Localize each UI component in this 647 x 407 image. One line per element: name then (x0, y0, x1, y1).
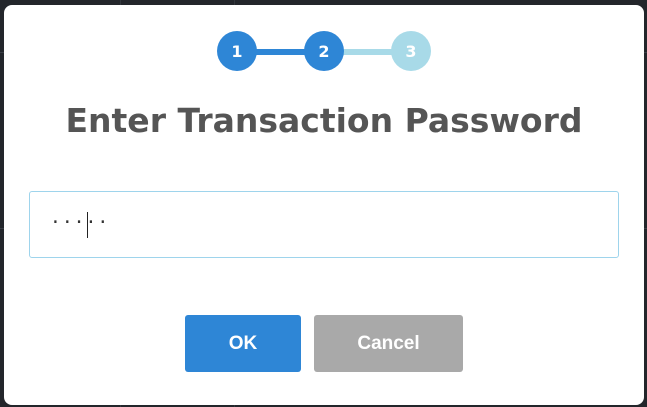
password-masked-value: ····· (50, 212, 110, 233)
text-caret (87, 212, 88, 238)
cancel-button[interactable]: Cancel (314, 315, 463, 372)
transaction-password-dialog: 1 2 3 Enter Transaction Password ····· O… (4, 5, 644, 405)
progress-stepper: 1 2 3 (217, 31, 437, 73)
step-3: 3 (391, 31, 431, 71)
step-1: 1 (217, 31, 257, 71)
dialog-title: Enter Transaction Password (65, 101, 583, 140)
transaction-password-input[interactable]: ····· (29, 191, 619, 258)
step-2: 2 (304, 31, 344, 71)
ok-button[interactable]: OK (185, 315, 301, 372)
